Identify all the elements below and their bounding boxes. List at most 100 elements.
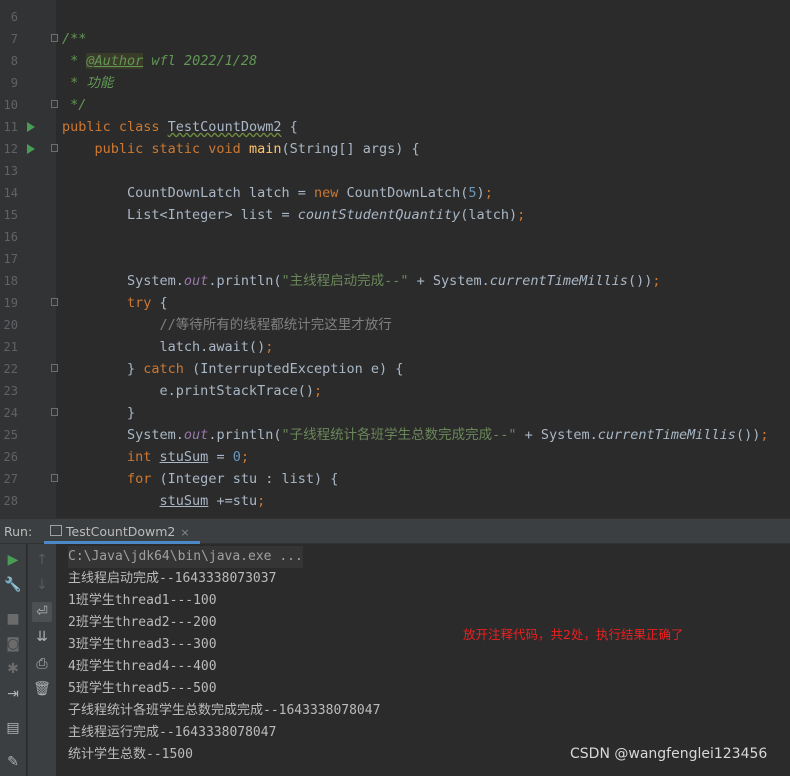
pin-icon[interactable]: ✎ [3, 752, 23, 772]
code-line[interactable]: 20 //等待所有的线程都统计完这里才放行 [0, 314, 790, 336]
code-token: = [208, 449, 233, 465]
code-text: latch.await(); [62, 336, 274, 358]
close-icon[interactable]: × [180, 526, 189, 539]
login-icon[interactable]: ⇥ [3, 684, 23, 704]
arrow-up-icon[interactable]: ↑ [32, 550, 52, 570]
run-toolbar-left: ▶ 🔧 ■ ◙ ✱ ⇥ ▤ ✎ [0, 544, 26, 776]
code-text: /** [62, 28, 86, 50]
console-output[interactable]: C:\Java\jdk64\bin\java.exe ... 主线程启动完成--… [56, 544, 790, 776]
code-line[interactable]: 9 * 功能 [0, 72, 790, 94]
code-token: int [62, 449, 160, 465]
code-line[interactable]: 12 public static void main(String[] args… [0, 138, 790, 160]
code-token: stuSum [159, 449, 209, 465]
bug-icon[interactable]: ✱ [3, 659, 23, 679]
wrench-icon[interactable]: 🔧 [3, 575, 23, 595]
run-gutter-icon[interactable] [27, 122, 35, 132]
console-line-command: C:\Java\jdk64\bin\java.exe ... [68, 546, 303, 568]
code-line[interactable]: 17 [0, 248, 790, 270]
fold-marker-icon[interactable] [51, 408, 58, 416]
stop-icon[interactable]: ■ [3, 609, 23, 629]
code-line[interactable]: 6 [0, 6, 790, 28]
code-token: 5 [468, 185, 477, 201]
camera-icon[interactable]: ◙ [3, 634, 23, 654]
code-line[interactable]: 11 public class TestCountDowm2 { [0, 116, 790, 138]
fold-marker-icon[interactable] [51, 364, 58, 372]
line-number: 15 [3, 208, 18, 222]
code-token: 0 [232, 449, 241, 465]
line-number: 13 [3, 164, 18, 178]
code-line[interactable]: 18 System.out.println("主线程启动完成--" + Syst… [0, 270, 790, 292]
line-number: 7 [10, 32, 18, 46]
code-token: System. [62, 273, 184, 289]
console-line: 3班学生thread3---300 [68, 637, 217, 652]
code-token: + System. [408, 273, 490, 289]
trash-icon[interactable]: 🗑 [32, 679, 52, 699]
code-token: e.printStackTrace() [62, 383, 314, 399]
code-token: latch.await() [62, 339, 266, 355]
line-number: 25 [3, 428, 18, 442]
scroll-to-end-icon[interactable]: ⇊ [32, 627, 52, 647]
line-number: 16 [3, 230, 18, 244]
fold-marker-icon[interactable] [51, 34, 58, 42]
code-line[interactable]: 10 */ [0, 94, 790, 116]
code-line[interactable]: 21 latch.await(); [0, 336, 790, 358]
code-token: (InterruptedException e) { [192, 361, 404, 377]
code-line[interactable]: 14 CountDownLatch latch = new CountDownL… [0, 182, 790, 204]
console-line: 主线程启动完成--1643338073037 [68, 571, 277, 586]
code-token: "子线程统计各班学生总数完成完成--" [281, 427, 517, 443]
code-token: (String[] args) { [281, 141, 420, 157]
code-line[interactable]: 13 [0, 160, 790, 182]
code-text: public class TestCountDowm2 { [62, 116, 298, 138]
code-text: } [62, 402, 135, 424]
code-line[interactable]: 22 } catch (InterruptedException e) { [0, 358, 790, 380]
code-line[interactable]: 16 [0, 226, 790, 248]
code-token: ()) [627, 273, 653, 289]
line-number: 28 [3, 494, 18, 508]
code-line[interactable]: 8 * @Author wfl 2022/1/28 [0, 50, 790, 72]
code-line[interactable]: 26 int stuSum = 0; [0, 446, 790, 468]
code-token: ) [476, 185, 485, 201]
line-number: 6 [10, 10, 18, 24]
csdn-watermark: CSDN @wangfenglei123456 [570, 746, 768, 762]
code-token: + System. [516, 427, 598, 443]
code-token: } [62, 405, 136, 421]
code-token: for [62, 471, 160, 487]
print-icon[interactable]: ⎙ [32, 654, 52, 674]
code-text: * @Author wfl 2022/1/28 [62, 50, 257, 72]
code-line[interactable]: 15 List<Integer> list = countStudentQuan… [0, 204, 790, 226]
code-text: for (Integer stu : list) { [62, 468, 338, 490]
code-token: ; [517, 207, 526, 223]
tab-testcountdowm2[interactable]: TestCountDowm2 × [44, 519, 200, 544]
annotation-note: 放开注释代码，共2处，执行结果正确了 [463, 627, 684, 642]
code-token: * [62, 53, 87, 69]
arrow-down-icon[interactable]: ↓ [32, 575, 52, 595]
code-line[interactable]: 28 stuSum +=stu; [0, 490, 790, 512]
code-line[interactable]: 23 e.printStackTrace(); [0, 380, 790, 402]
code-token: ; [240, 449, 249, 465]
line-number: 27 [3, 472, 18, 486]
code-line[interactable]: 27 for (Integer stu : list) { [0, 468, 790, 490]
line-number: 19 [3, 296, 18, 310]
code-token: ; [484, 185, 493, 201]
code-line[interactable]: 24 } [0, 402, 790, 424]
code-token: CountDownLatch( [346, 185, 469, 201]
soft-wrap-icon[interactable]: ⏎ [32, 602, 52, 622]
fold-marker-icon[interactable] [51, 100, 58, 108]
run-gutter-icon[interactable] [27, 144, 35, 154]
fold-marker-icon[interactable] [51, 298, 58, 306]
code-line[interactable]: 25 System.out.println("子线程统计各班学生总数完成完成--… [0, 424, 790, 446]
layout-icon[interactable]: ▤ [3, 718, 23, 738]
line-number: 21 [3, 340, 18, 354]
line-number: 18 [3, 274, 18, 288]
play-icon[interactable]: ▶ [3, 550, 23, 570]
line-number: 9 [10, 76, 18, 90]
code-text: //等待所有的线程都统计完这里才放行 [62, 314, 392, 336]
code-text: List<Integer> list = countStudentQuantit… [62, 204, 525, 226]
console-line: 2班学生thread2---200 [68, 615, 217, 630]
code-editor[interactable]: 6 7 /** 8 * @Author wfl 2022/1/28 9 * 功能 10 *… [0, 0, 790, 518]
fold-marker-icon[interactable] [51, 474, 58, 482]
code-line[interactable]: 7 /** [0, 28, 790, 50]
code-line[interactable]: 19 try { [0, 292, 790, 314]
fold-marker-icon[interactable] [51, 144, 58, 152]
